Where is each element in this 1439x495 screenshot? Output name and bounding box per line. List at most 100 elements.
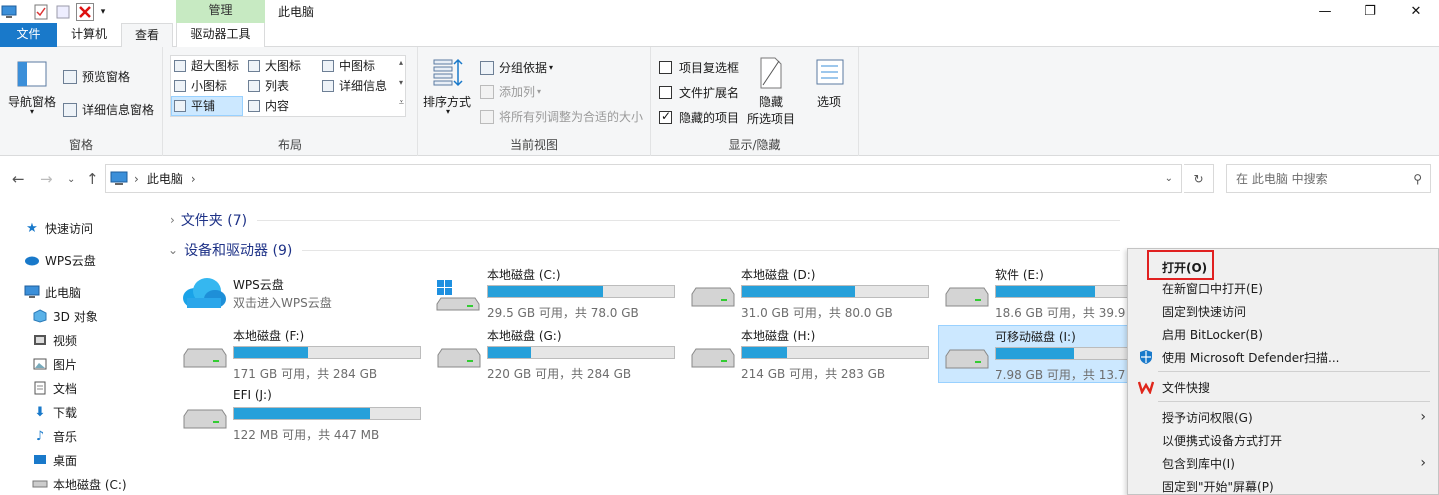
address-bar[interactable]: › 此电脑 › ⌄ — [105, 164, 1182, 193]
breadcrumb-chevron-icon[interactable]: › — [134, 172, 139, 186]
layout-extra-large-icons[interactable]: 超大图标 — [174, 56, 239, 76]
tab-file[interactable]: 文件 — [0, 23, 57, 47]
file-extension-toggle[interactable]: 文件扩展名 — [659, 84, 739, 101]
tab-drive-tools[interactable]: 驱动器工具 — [176, 23, 265, 47]
drive-c-tile[interactable]: 本地磁盘 (C:) 29.5 GB 可用，共 78.0 GB — [431, 264, 680, 322]
menu-item-include-library[interactable]: 包含到库中(I) › — [1128, 452, 1438, 474]
menu-item-open-new-window[interactable]: 在新窗口中打开(E) — [1128, 277, 1438, 299]
layout-label: 大图标 — [265, 59, 302, 73]
preview-pane-button[interactable]: 预览窗格 — [63, 68, 130, 85]
folders-section-header[interactable]: › 文件夹 (7) — [170, 210, 1120, 230]
sidebar-item-3d-objects[interactable]: 3D 对象 — [32, 305, 98, 327]
hidden-items-toggle[interactable]: 隐藏的项目 — [659, 109, 739, 126]
menu-item-bitlocker[interactable]: 启用 BitLocker(B) — [1128, 323, 1438, 345]
hidden-items-checkbox[interactable] — [659, 109, 672, 124]
menu-item-file-search[interactable]: 文件快搜 — [1128, 376, 1438, 398]
music-icon: ♪ — [35, 428, 45, 444]
sidebar-item-downloads[interactable]: ⬇ 下载 — [32, 401, 77, 423]
nav-pane-dropdown-icon[interactable]: ▾ — [30, 107, 34, 116]
layout-content[interactable]: 内容 — [248, 96, 289, 116]
breadcrumb-chevron-icon[interactable]: › — [191, 172, 196, 186]
drive-h-tile[interactable]: 本地磁盘 (H:) 214 GB 可用，共 283 GB — [685, 325, 934, 383]
drive-e-tile[interactable]: 软件 (E:) 18.6 GB 可用，共 39.9 G — [939, 264, 1127, 322]
tab-view[interactable]: 查看 — [121, 23, 173, 48]
layout-details[interactable]: 详细信息 — [322, 76, 387, 96]
nav-pane-icon — [17, 61, 47, 90]
sidebar-item-videos[interactable]: 视频 — [32, 329, 77, 351]
group-by-button[interactable]: 分组依据 ▾ — [480, 59, 553, 76]
refresh-icon[interactable]: ↻ — [1184, 164, 1214, 193]
file-extension-checkbox[interactable] — [659, 86, 672, 99]
wps-cloud-tile[interactable]: WPS云盘 双击进入WPS云盘 — [177, 272, 426, 330]
properties-icon[interactable] — [32, 3, 50, 21]
devices-section-header[interactable]: ⌄ 设备和驱动器 (9) — [168, 240, 1120, 260]
layout-list[interactable]: 列表 — [248, 76, 289, 96]
sort-icon — [432, 57, 464, 90]
gallery-expand-icon[interactable]: ⩡ — [399, 98, 404, 108]
tiles-icon — [174, 100, 186, 112]
gallery-scroll-up-icon[interactable]: ▴ — [399, 58, 403, 67]
fit-columns-button[interactable]: 将所有列调整为合适的大小 — [480, 108, 643, 125]
sidebar-item-wps-cloud[interactable]: WPS云盘 — [24, 249, 96, 271]
drive-g-tile[interactable]: 本地磁盘 (G:) 220 GB 可用，共 284 GB — [431, 325, 680, 383]
computer-icon[interactable] — [0, 3, 18, 21]
sidebar-item-local-disk-c[interactable]: 本地磁盘 (C:) — [32, 473, 127, 495]
up-arrow-icon[interactable]: ↑ — [86, 170, 99, 188]
layout-small-icons[interactable]: 小图标 — [174, 76, 227, 96]
menu-item-grant-access[interactable]: 授予访问权限(G) › — [1128, 406, 1438, 428]
recent-locations-icon[interactable]: ⌄ — [67, 174, 75, 185]
hide-selected-button-line2[interactable]: 所选项目 — [747, 110, 795, 127]
drive-i-tile[interactable]: 可移动磁盘 (I:) 7.98 GB 可用，共 13.7 G — [938, 325, 1128, 383]
sidebar-item-documents[interactable]: 文档 — [32, 377, 77, 399]
customize-qat-icon[interactable]: ▾ — [98, 3, 108, 21]
options-button[interactable]: 选项 — [817, 93, 841, 110]
add-column-dropdown-icon: ▾ — [537, 87, 542, 96]
menu-label: 以便携式设备方式打开 — [1162, 433, 1283, 448]
sidebar-item-this-pc[interactable]: 此电脑 — [24, 281, 81, 303]
back-arrow-icon[interactable]: ← — [12, 170, 25, 188]
search-input[interactable]: 在 此电脑 中搜索 ⚲ — [1226, 164, 1431, 193]
current-view-group-label: 当前视图 — [509, 138, 558, 152]
layout-medium-icons[interactable]: 中图标 — [322, 56, 375, 76]
new-folder-icon[interactable] — [54, 3, 72, 21]
address-dropdown-icon[interactable]: ⌄ — [1165, 173, 1173, 184]
sidebar-item-pictures[interactable]: 图片 — [32, 353, 77, 375]
file-extension-label: 文件扩展名 — [679, 86, 740, 100]
delete-icon[interactable] — [76, 3, 94, 21]
layout-label: 内容 — [265, 99, 290, 113]
forward-arrow-icon[interactable]: → — [40, 170, 53, 188]
item-checkbox-toggle[interactable]: 项目复选框 — [659, 59, 739, 76]
details-pane-button[interactable]: 详细信息窗格 — [63, 101, 154, 118]
close-button[interactable]: ✕ — [1393, 0, 1439, 23]
sort-dropdown-icon[interactable]: ▾ — [446, 107, 450, 116]
drive-f-tile[interactable]: 本地磁盘 (F:) 171 GB 可用，共 284 GB — [177, 325, 426, 383]
add-column-button[interactable]: 添加列 ▾ — [480, 83, 541, 100]
gallery-scroll-down-icon[interactable]: ▾ — [399, 78, 403, 87]
search-icon[interactable]: ⚲ — [1413, 172, 1422, 186]
menu-item-open-portable[interactable]: 以便携式设备方式打开 — [1128, 429, 1438, 451]
hide-selected-button-line1[interactable]: 隐藏 — [759, 93, 783, 110]
drive-free-space: 18.6 GB 可用，共 39.9 G — [995, 306, 1127, 320]
sidebar-item-music[interactable]: ♪ 音乐 — [32, 425, 77, 447]
menu-item-defender-scan[interactable]: 使用 Microsoft Defender扫描... — [1128, 346, 1438, 368]
tab-computer[interactable]: 计算机 — [60, 23, 118, 47]
sidebar-item-desktop[interactable]: 桌面 — [32, 449, 77, 471]
drive-d-tile[interactable]: 本地磁盘 (D:) 31.0 GB 可用，共 80.0 GB — [685, 264, 934, 322]
breadcrumb-this-pc[interactable]: 此电脑 — [147, 170, 183, 187]
layout-label: 超大图标 — [191, 59, 240, 73]
menu-item-pin-start[interactable]: 固定到"开始"屏幕(P) — [1128, 475, 1438, 495]
sidebar-item-quick-access[interactable]: ★ 快速访问 — [24, 217, 93, 239]
item-checkbox[interactable] — [659, 61, 672, 74]
windows-drive-icon — [435, 280, 481, 315]
layout-label: 列表 — [265, 79, 290, 93]
layout-tiles[interactable]: 平铺 — [171, 96, 243, 116]
download-icon: ⬇ — [34, 404, 46, 420]
layout-large-icons[interactable]: 大图标 — [248, 56, 301, 76]
removable-drive-icon — [945, 348, 989, 370]
fit-columns-label: 将所有列调整为合适的大小 — [499, 110, 644, 124]
item-checkbox-label: 项目复选框 — [679, 61, 740, 75]
drive-j-tile[interactable]: EFI (J:) 122 MB 可用，共 447 MB — [177, 386, 426, 444]
maximize-button[interactable]: ❐ — [1347, 0, 1393, 23]
minimize-button[interactable]: — — [1302, 0, 1348, 23]
menu-item-pin-quick-access[interactable]: 固定到快速访问 — [1128, 300, 1438, 322]
